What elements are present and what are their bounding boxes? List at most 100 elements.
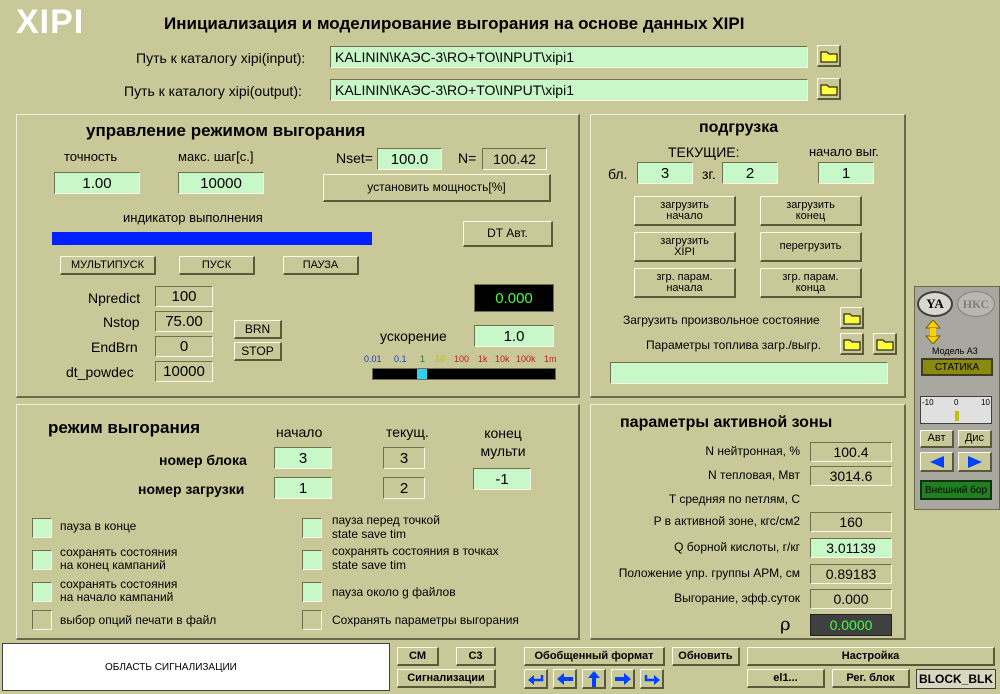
refresh-button[interactable]: Обновить — [672, 647, 740, 666]
save-params-label: Сохранять параметры выгорания — [332, 613, 519, 627]
load-end-button[interactable]: загрузить конец — [760, 196, 862, 226]
el1-button[interactable]: el1... — [747, 669, 825, 688]
accel-tick: 100k — [516, 354, 536, 364]
accel-slider[interactable] — [372, 368, 556, 380]
start-burnup-label: начало выг. — [809, 144, 879, 159]
npredict-label: Npredict — [88, 290, 141, 306]
fuel-load-folder-button[interactable] — [840, 333, 864, 355]
output-path-field[interactable]: KALININ\КАЭС-3\RO+TO\INPUT\xipi1 — [330, 79, 808, 101]
start-button[interactable]: ПУСК — [179, 256, 255, 275]
fuel-unload-folder-button[interactable] — [873, 333, 897, 355]
core-param-value: 3014.6 — [810, 466, 892, 486]
load-params-end-button[interactable]: згр. парам. конца — [760, 268, 862, 298]
load-start-button[interactable]: загрузить начало — [634, 196, 736, 226]
status-display: 0.000 — [474, 284, 554, 312]
core-param-value[interactable]: 3.01139 — [810, 538, 892, 558]
progress-fill — [52, 232, 372, 245]
accel-tick: 1m — [544, 354, 557, 364]
auto-button[interactable]: Авт — [920, 430, 954, 448]
multistart-button[interactable]: МУЛЬТИПУСК — [60, 256, 156, 275]
core-param-label: P в активной зоне, кгс/см2 — [653, 514, 800, 528]
dis-button[interactable]: Дис — [958, 430, 992, 448]
accel-tick: 10 — [435, 354, 446, 364]
up-down-arrow-icon[interactable] — [924, 319, 942, 345]
arbitrary-state-folder-button[interactable] — [840, 307, 864, 329]
accel-slider-thumb[interactable] — [417, 369, 427, 379]
load-params-start-button[interactable]: згр. парам. начала — [634, 268, 736, 298]
nset-field[interactable]: 100.0 — [377, 148, 442, 170]
model-label: Модель A3 — [932, 346, 978, 356]
generic-format-button[interactable]: Обобщенный формат — [524, 647, 665, 666]
nstop-value: 75.00 — [155, 311, 213, 332]
accel-tick: 1k — [478, 354, 488, 364]
accel-label: ускорение — [380, 328, 447, 344]
print-options-checkbox[interactable] — [32, 610, 52, 630]
save-params-checkbox[interactable] — [302, 610, 322, 630]
load-xipi-button[interactable]: загрузить XIPI — [634, 232, 736, 262]
settings-button[interactable]: Настройка — [747, 647, 995, 666]
nav-first-button[interactable] — [524, 669, 548, 689]
gauge-tick: 0 — [954, 398, 959, 407]
app-logo: XIPI — [16, 3, 85, 41]
fuel-params-label: Параметры топлива загр./выгр. — [646, 338, 822, 352]
load-number-label: номер загрузки — [138, 481, 245, 497]
save-points-label: сохранять состояния в точках — [332, 544, 499, 558]
load-start-field[interactable]: 1 — [274, 477, 332, 499]
reload-load-field[interactable]: 2 — [722, 162, 778, 184]
nks-button[interactable]: НКС — [957, 291, 995, 317]
gauge-needle — [955, 411, 959, 421]
save-end-label: сохранять состояния — [60, 545, 178, 559]
pause-end-label: пауза в конце — [60, 519, 137, 533]
pause-g-checkbox[interactable] — [302, 582, 322, 602]
reload-button[interactable]: перегрузить — [760, 232, 862, 262]
external-boron-button[interactable]: Внешний бор — [920, 480, 992, 500]
nav-up-button[interactable] — [582, 669, 606, 689]
reg-block-button[interactable]: Рег. блок — [832, 669, 910, 688]
output-folder-button[interactable] — [817, 78, 841, 100]
right-button[interactable] — [958, 452, 992, 472]
accuracy-field[interactable]: 1.00 — [54, 172, 140, 194]
ya-button[interactable]: YA — [917, 291, 953, 317]
set-power-button[interactable]: установить мощность[%] — [323, 174, 551, 202]
arrow-left-icon — [556, 672, 573, 685]
print-options-label: выбор опций печати в файл — [60, 613, 217, 627]
save-start-label: сохранять состояния — [60, 577, 178, 591]
save-start-checkbox[interactable] — [32, 582, 52, 602]
folder-icon — [843, 313, 860, 324]
left-button[interactable] — [920, 452, 954, 472]
dt-auto-button[interactable]: DT Авт. — [463, 221, 553, 247]
nav-left-button[interactable] — [553, 669, 577, 689]
save-end-checkbox[interactable] — [32, 550, 52, 570]
c3-button[interactable]: С3 — [456, 647, 496, 666]
pause-point-checkbox[interactable] — [302, 518, 322, 538]
pause-end-checkbox[interactable] — [32, 518, 52, 538]
endbrn-label: EndBrn — [91, 339, 138, 355]
nav-last-button[interactable] — [640, 669, 664, 689]
accel-field[interactable]: 1.0 — [474, 325, 554, 347]
block-start-field[interactable]: 3 — [274, 447, 332, 469]
pause-point-label: пауза перед точкой — [332, 513, 440, 527]
brn-button[interactable]: BRN — [234, 320, 282, 339]
load-current-value: 2 — [383, 477, 425, 499]
stop-button[interactable]: STOP — [234, 342, 282, 361]
burnup-mode-title: режим выгорания — [48, 418, 201, 437]
n-value: 100.42 — [482, 148, 547, 170]
static-button[interactable]: СТАТИКА — [921, 358, 993, 376]
block-current-value: 3 — [383, 447, 425, 469]
accel-tick: 10k — [495, 354, 510, 364]
accel-scale-ticks: 0.01 0.1 1 10 100 1k 10k 100k 1m — [364, 354, 564, 366]
input-path-field[interactable]: KALININ\КАЭС-3\RO+TO\INPUT\xipi1 — [330, 46, 808, 68]
max-step-field[interactable]: 10000 — [178, 172, 264, 194]
burnup-control-title: управление режимом выгорания — [86, 121, 366, 140]
arbitrary-state-label: Загрузить произвольное состояние — [623, 313, 820, 327]
signals-button[interactable]: Сигнализации — [397, 669, 496, 688]
save-points-checkbox[interactable] — [302, 550, 322, 570]
reload-block-field[interactable]: 3 — [637, 162, 693, 184]
pause-button[interactable]: ПАУЗА — [283, 256, 359, 275]
end-multi-field[interactable]: -1 — [473, 468, 531, 490]
input-folder-button[interactable] — [817, 45, 841, 67]
cm-button[interactable]: СМ — [397, 647, 439, 666]
start-burnup-field[interactable]: 1 — [818, 162, 874, 184]
nav-right-button[interactable] — [611, 669, 635, 689]
folder-icon — [843, 339, 860, 350]
